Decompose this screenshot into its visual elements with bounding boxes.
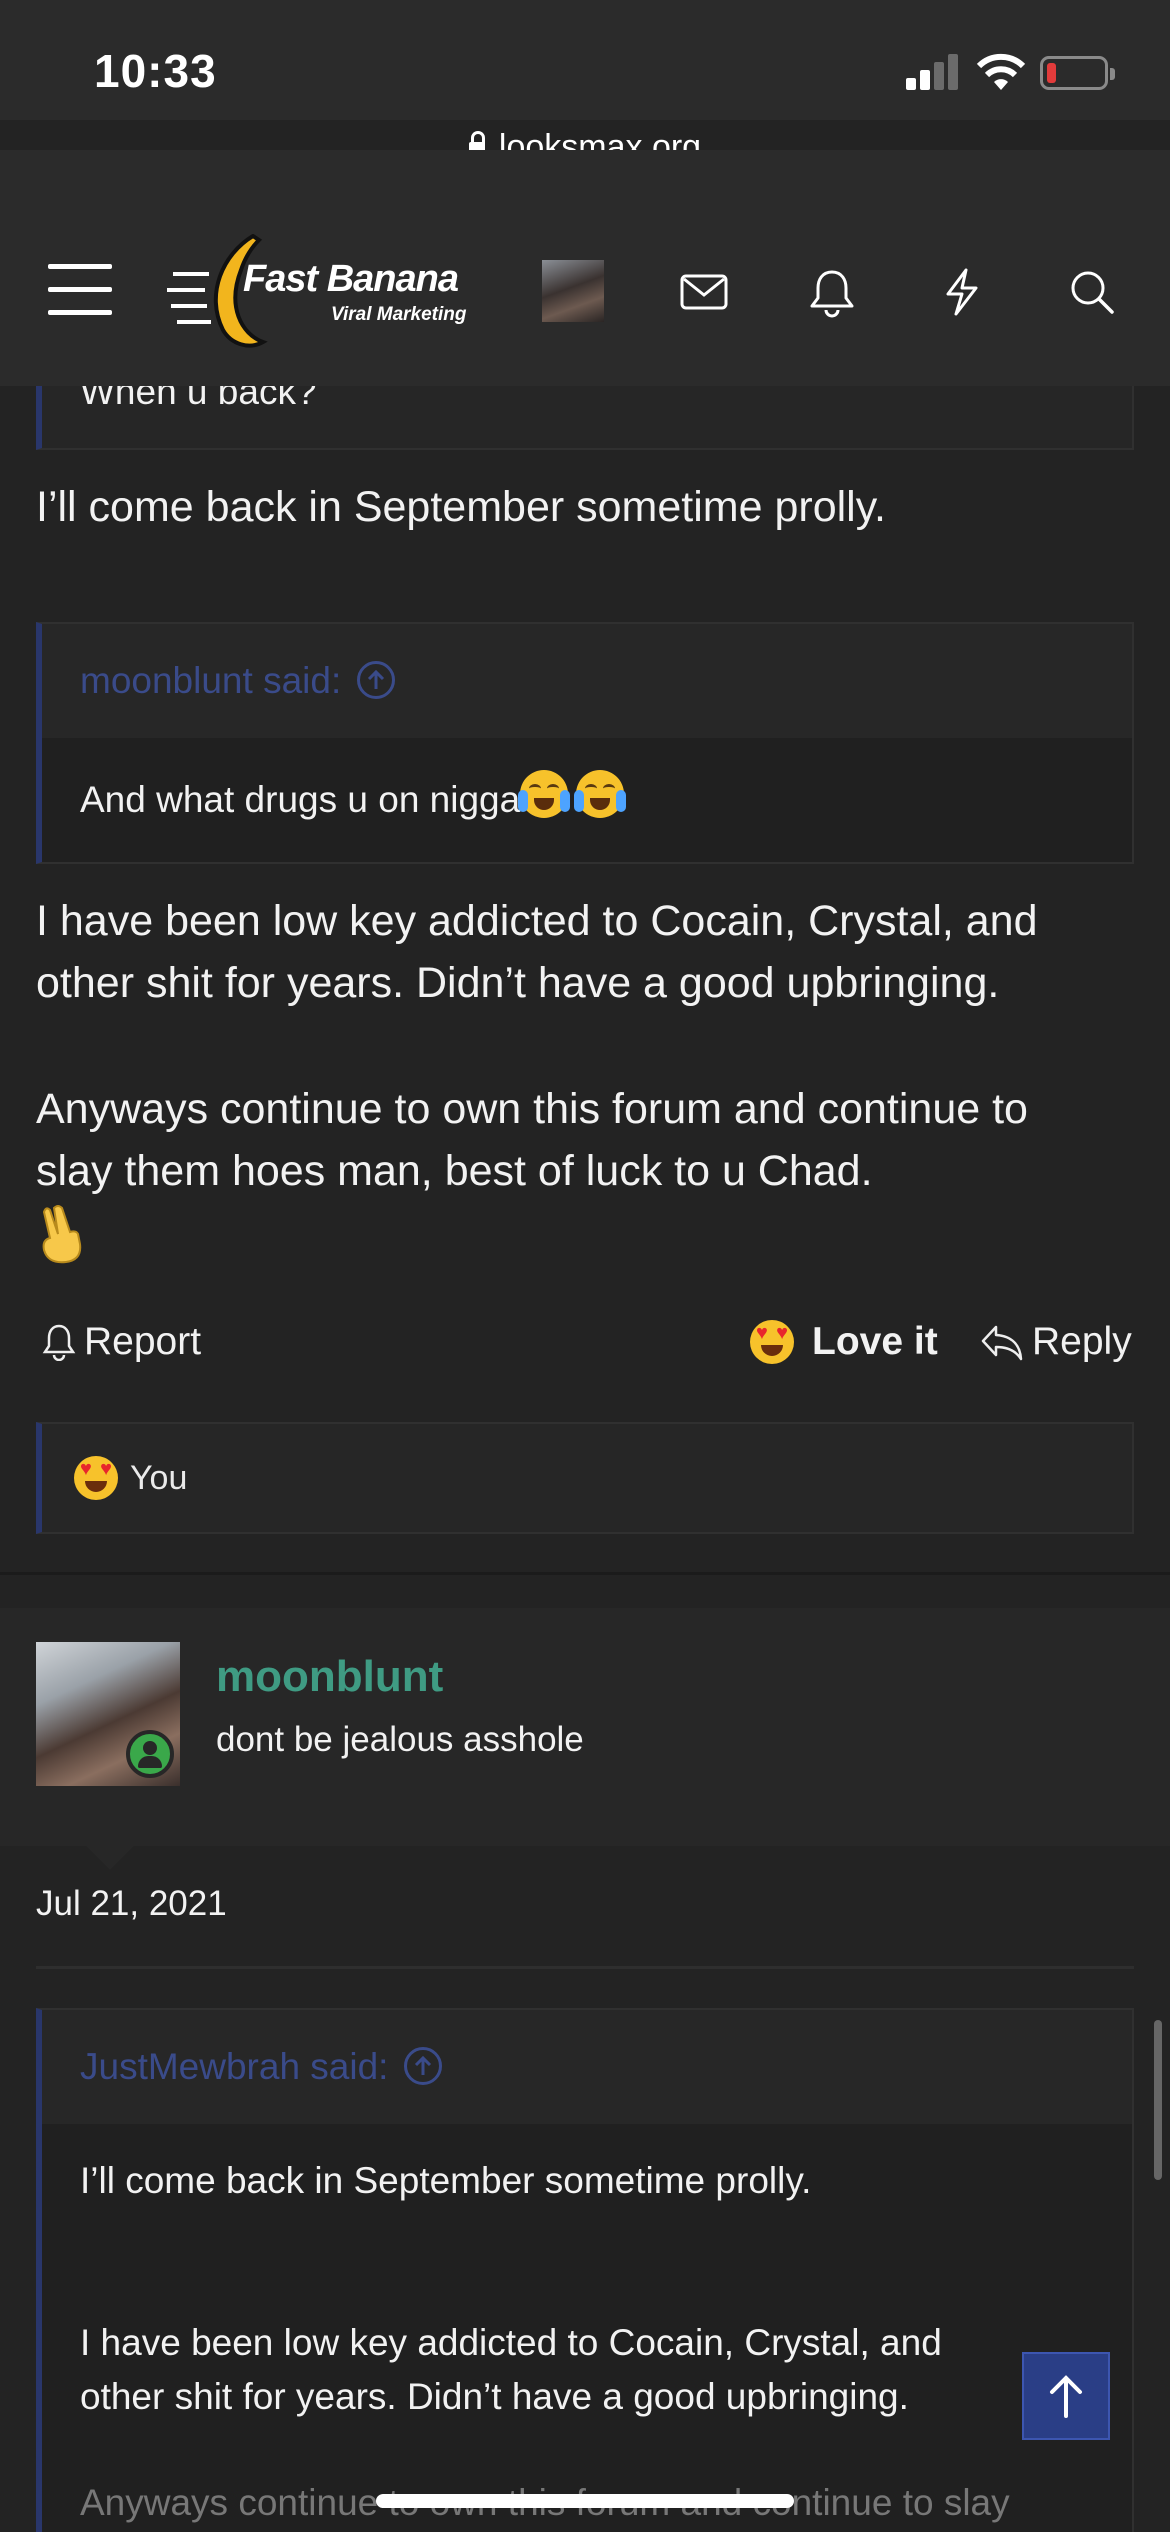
reactions-users[interactable]: You <box>130 1459 187 1498</box>
heart-eyes-emoji <box>74 1456 118 1500</box>
logo-subtitle: Viral Marketing <box>331 304 467 325</box>
mail-icon[interactable] <box>678 266 730 318</box>
crying-laughing-emoji <box>574 770 627 818</box>
reply-line: I’ll come back in September sometime pro… <box>36 483 886 531</box>
divider <box>36 1966 1134 1969</box>
bell-icon[interactable] <box>806 266 858 318</box>
reply-icon <box>981 1325 1023 1361</box>
peace-hand-emoji <box>42 1205 82 1264</box>
quote-header[interactable]: JustMewbrah said: <box>42 2010 1132 2124</box>
jump-to-quote-icon[interactable] <box>404 2047 443 2086</box>
cellular-signal-icon <box>906 54 960 90</box>
scrollbar[interactable] <box>1154 2020 1162 2180</box>
post-user-info: moonblunt dont be jealous asshole <box>0 1608 1170 1846</box>
arrow-up-icon <box>1050 2375 1082 2418</box>
post-line: slay them hoes man, best of luck to u Ch… <box>36 1147 873 1195</box>
report-button[interactable]: Report <box>42 1320 201 1364</box>
battery-icon <box>1040 56 1115 90</box>
online-status-icon <box>126 1730 174 1778</box>
post-date[interactable]: Jul 21, 2021 <box>36 1884 227 1924</box>
user-pointer-arrow <box>86 1846 134 1870</box>
post-line: other shit for years. Didn’t have a good… <box>36 959 1000 1007</box>
quote-author[interactable]: JustMewbrah said: <box>80 2046 388 2087</box>
reply-button[interactable]: Reply <box>980 1320 1132 1364</box>
post-text: I have been low key addicted to Cocain, … <box>36 890 1134 1283</box>
reactions-bar[interactable]: You <box>36 1422 1134 1534</box>
logo-name: Fast Banana <box>243 258 459 300</box>
quote-line: I’ll come back in September sometime pro… <box>80 2160 812 2201</box>
post-line: Anyways continue to own this forum and c… <box>36 1085 1028 1133</box>
love-it-button[interactable]: Love it <box>750 1320 938 1364</box>
post-text: I’ll come back in September sometime pro… <box>36 476 1134 538</box>
menu-icon[interactable] <box>48 264 112 316</box>
quote-block: JustMewbrah said: I’ll come back in Sept… <box>36 2008 1134 2532</box>
clock: 10:33 <box>94 45 217 97</box>
user-title: dont be jealous asshole <box>216 1720 584 1759</box>
report-label: Report <box>84 1320 202 1363</box>
quote-block: moonblunt said: And what drugs u on nigg… <box>36 622 1134 864</box>
post-line: I have been low key addicted to Cocain, … <box>36 897 1038 945</box>
quote-text: And what drugs u on nigga <box>80 779 521 820</box>
bell-icon <box>42 1324 76 1361</box>
user-avatar[interactable] <box>542 260 604 322</box>
quote-line: other shit for years. Didn’t have a good… <box>80 2376 909 2417</box>
divider <box>0 1572 1170 1575</box>
username[interactable]: moonblunt <box>216 1652 443 1702</box>
reply-label: Reply <box>1032 1320 1132 1363</box>
lightning-icon[interactable] <box>936 266 988 318</box>
home-indicator[interactable] <box>376 2494 794 2508</box>
site-logo[interactable]: Fast Banana Viral Marketing <box>165 234 475 352</box>
site-header: Fast Banana Viral Marketing <box>0 150 1170 386</box>
quote-line: I have been low key addicted to Cocain, … <box>80 2322 942 2363</box>
quote-header[interactable]: moonblunt said: <box>42 624 1132 738</box>
heart-eyes-emoji <box>750 1320 794 1364</box>
scroll-to-top-button[interactable] <box>1022 2352 1110 2440</box>
search-icon[interactable] <box>1066 266 1118 318</box>
post-actions: Report Love it Reply <box>36 1310 1134 1380</box>
quote-author[interactable]: moonblunt said: <box>80 660 341 701</box>
jump-to-quote-icon[interactable] <box>357 661 396 700</box>
wifi-icon <box>976 53 1026 90</box>
crying-laughing-emoji <box>518 770 571 818</box>
status-bar: 10:33 <box>0 0 1170 120</box>
love-label: Love it <box>812 1320 938 1363</box>
